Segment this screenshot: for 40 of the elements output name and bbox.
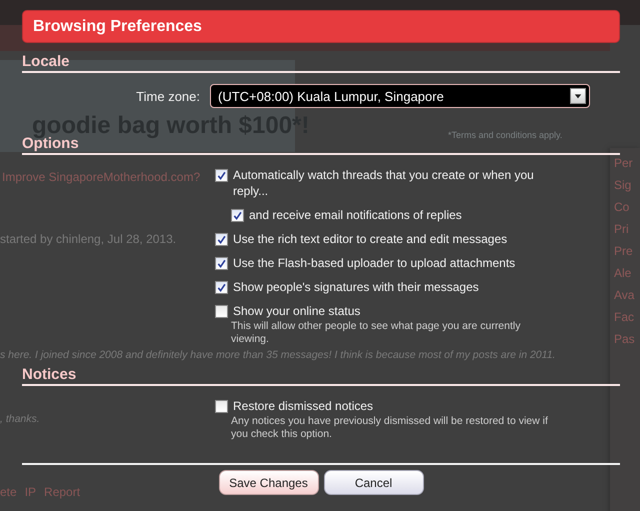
checkbox-label: Show your online status xyxy=(233,303,360,319)
post-link[interactable]: ete xyxy=(0,485,17,499)
checkbox[interactable] xyxy=(215,305,228,318)
sidebar-link[interactable]: Pas xyxy=(614,332,640,346)
thread-title-link[interactable]: Improve SingaporeMotherhood.com? xyxy=(2,170,200,184)
sidebar-link[interactable]: Fac xyxy=(614,310,640,324)
checkbox[interactable] xyxy=(215,169,228,182)
section-heading: Locale xyxy=(22,53,620,73)
sidebar-link[interactable]: Ale xyxy=(614,266,640,280)
banner-note: *Terms and conditions apply. xyxy=(448,130,562,140)
sidebar-link[interactable]: Pre xyxy=(614,244,640,258)
thread-meta: started by chinleng, Jul 28, 2013. xyxy=(0,232,176,246)
cancel-button[interactable]: Cancel xyxy=(324,470,424,495)
post-link[interactable]: Report xyxy=(44,485,80,499)
field-label: Time zone: xyxy=(135,88,200,104)
checkbox[interactable] xyxy=(215,257,228,270)
post-text: , thanks. xyxy=(0,413,40,425)
sidebar-link[interactable]: Pri xyxy=(614,222,640,236)
sidebar-link[interactable]: Co xyxy=(614,200,640,214)
checkbox[interactable] xyxy=(215,400,228,413)
checkbox[interactable] xyxy=(231,209,244,222)
checkbox[interactable] xyxy=(215,281,228,294)
timezone-dropdown[interactable]: (UTC+08:00) Kuala Lumpur, Singapore xyxy=(210,84,590,108)
checkbox-label: Use the rich text editor to create and edit messages xyxy=(233,231,508,247)
checkbox[interactable] xyxy=(215,233,228,246)
checkbox-label: and receive email notifications of replies xyxy=(249,207,462,223)
checkbox-label: Use the Flash-based uploader to upload attachments xyxy=(233,255,516,271)
checkbox-label: Restore dismissed notices xyxy=(233,398,374,414)
sidebar-link[interactable]: Sig xyxy=(614,178,640,192)
dialog-title: Browsing Preferences xyxy=(22,10,620,43)
sidebar-link[interactable]: Per xyxy=(614,156,640,170)
hint-text: This will allow other people to see what page you are currently viewing. xyxy=(231,320,522,346)
post-link[interactable]: IP xyxy=(24,485,36,499)
post-text: s here. I joined since 2008 and definitely have more than 35 messages! I think is because most of my posts are in 2011. xyxy=(0,349,556,361)
checkbox-label: Show people's signatures with their messages xyxy=(233,279,479,295)
checkbox-label: Automatically watch threads that you create or when you reply... xyxy=(233,167,535,199)
save-button[interactable]: Save Changes xyxy=(218,470,318,495)
hint-text: Any notices you have previously dismissed will be restored to view if you check this option. xyxy=(231,415,549,441)
sidebar-link[interactable]: Ava xyxy=(614,288,640,302)
section-heading: Notices xyxy=(22,366,620,386)
